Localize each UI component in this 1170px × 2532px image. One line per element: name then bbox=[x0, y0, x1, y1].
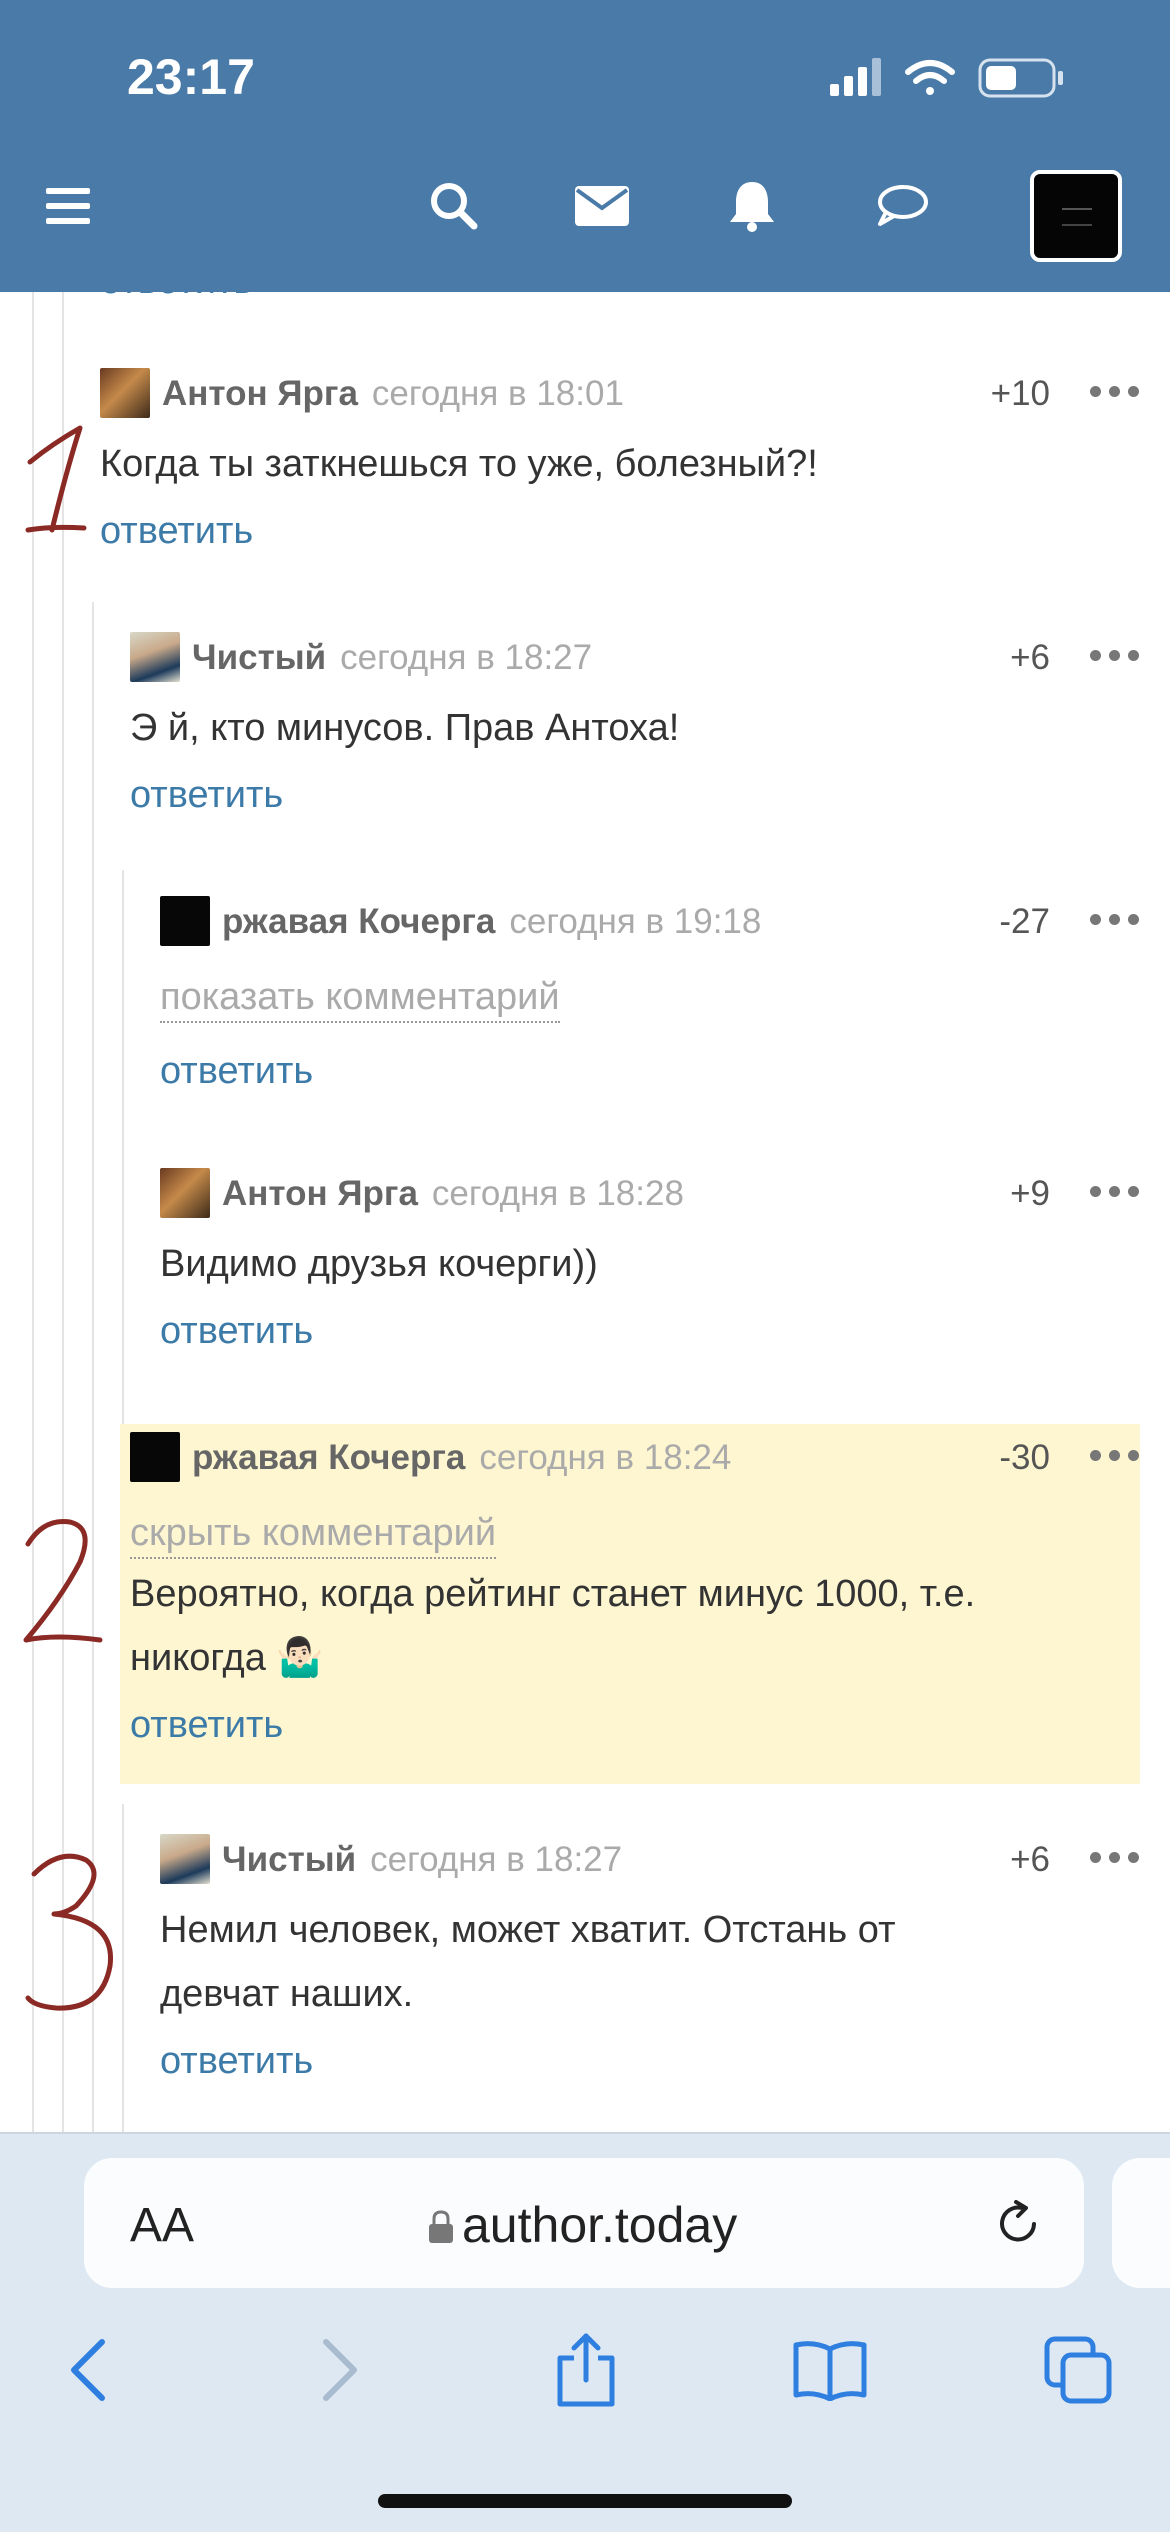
avatar[interactable] bbox=[160, 896, 210, 946]
annotation-number-3 bbox=[25, 1853, 114, 2011]
comment-rating: +10 bbox=[990, 374, 1050, 413]
url-text[interactable]: author.today bbox=[462, 2196, 737, 2254]
avatar[interactable] bbox=[160, 1834, 210, 1884]
top-bar: 23:17 bbox=[0, 0, 1170, 292]
address-bar[interactable]: AA author.today bbox=[84, 2158, 1084, 2288]
tabs-icon[interactable] bbox=[1038, 2330, 1118, 2410]
avatar[interactable] bbox=[100, 368, 150, 418]
comment-text-line: никогда 🤷🏻‍♂️ bbox=[130, 1637, 324, 1679]
more-options-icon[interactable] bbox=[1090, 640, 1140, 670]
comment: Чистый сегодня в 18:27 +6 Немил человек, … bbox=[160, 1834, 1140, 2114]
comment-text: Видимо друзья кочерги)) bbox=[160, 1243, 598, 1285]
comment-rating: +6 bbox=[1010, 1840, 1050, 1879]
comment-author[interactable]: Чистый сегодня в 18:27 bbox=[222, 1840, 622, 1880]
chat-icon[interactable] bbox=[866, 170, 938, 242]
thread-line bbox=[122, 1804, 124, 2132]
bookmarks-icon[interactable] bbox=[790, 2330, 870, 2410]
comment-header: ржавая Кочерга сегодня в 18:24 -30 bbox=[130, 1432, 1140, 1486]
reply-link[interactable]: ответить bbox=[160, 1050, 313, 1093]
avatar[interactable] bbox=[130, 632, 180, 682]
comment-text: Когда ты заткнешься то уже, болезный?! bbox=[100, 443, 818, 485]
comment-date: сегодня в 18:27 bbox=[340, 638, 593, 677]
cellular-signal-icon bbox=[830, 58, 881, 96]
text-size-button[interactable]: AA bbox=[130, 2198, 194, 2253]
reply-link[interactable]: ответить bbox=[160, 2040, 313, 2083]
status-time: 23:17 bbox=[127, 49, 255, 105]
comment-date: сегодня в 19:18 bbox=[509, 902, 762, 941]
annotation-number-1 bbox=[25, 425, 87, 533]
wifi-icon bbox=[905, 60, 955, 95]
comment-author[interactable]: Антон Ярга сегодня в 18:01 bbox=[162, 374, 624, 414]
comment-author[interactable]: Чистый сегодня в 18:27 bbox=[192, 638, 592, 678]
comment-author[interactable]: ржавая Кочерга сегодня в 19:18 bbox=[222, 902, 761, 942]
comment-text-line: Немил человек, может хватит. Отстань от bbox=[160, 1909, 896, 1951]
comment-date: сегодня в 18:27 bbox=[370, 1840, 623, 1879]
comment-date: сегодня в 18:28 bbox=[431, 1174, 684, 1213]
comment-header: Чистый сегодня в 18:27 +6 bbox=[160, 1834, 1140, 1888]
search-icon[interactable] bbox=[418, 170, 490, 242]
reply-link[interactable]: ответить bbox=[130, 774, 283, 817]
avatar[interactable] bbox=[130, 1432, 180, 1482]
comments-thread: ответить Антон Яргасегодня в 18:01 +10 К… bbox=[0, 292, 1170, 2132]
share-icon[interactable] bbox=[546, 2330, 626, 2410]
back-icon[interactable] bbox=[48, 2330, 128, 2410]
comment-header: Антон Ярга сегодня в 18:28 +9 bbox=[160, 1168, 1140, 1222]
bell-icon[interactable] bbox=[716, 170, 788, 242]
comment-header: Чистый сегодня в 18:27 +6 bbox=[130, 632, 1140, 686]
comment-date: сегодня в 18:01 bbox=[371, 374, 624, 413]
comment-rating: +9 bbox=[1010, 1174, 1050, 1213]
reply-link[interactable]: ответить bbox=[100, 510, 253, 553]
comment: Антон Ярга сегодня в 18:01 +10 Когда ты з… bbox=[100, 368, 1140, 568]
mail-icon[interactable] bbox=[566, 170, 638, 242]
menu-icon[interactable] bbox=[32, 170, 104, 242]
user-avatar[interactable] bbox=[1030, 170, 1122, 262]
comment-header: ржавая Кочерга сегодня в 19:18 -27 bbox=[160, 896, 1140, 950]
more-options-icon[interactable] bbox=[1090, 1842, 1140, 1872]
site-header bbox=[0, 150, 1170, 284]
more-options-icon[interactable] bbox=[1090, 904, 1140, 934]
comment-rating: +6 bbox=[1010, 638, 1050, 677]
comment-text: Э й, кто минусов. Прав Антоха! bbox=[130, 707, 680, 749]
battery-icon bbox=[978, 58, 1063, 98]
comment-rating: -27 bbox=[999, 902, 1050, 941]
reload-icon[interactable] bbox=[992, 2198, 1044, 2250]
annotation-number-2 bbox=[23, 1518, 103, 1643]
avatar[interactable] bbox=[160, 1168, 210, 1218]
forward-icon[interactable] bbox=[300, 2330, 380, 2410]
lock-icon bbox=[429, 2210, 453, 2243]
reply-link[interactable]: ответить bbox=[160, 1310, 313, 1353]
comment-author[interactable]: Антон Ярга сегодня в 18:28 bbox=[222, 1174, 684, 1214]
more-options-icon[interactable] bbox=[1090, 376, 1140, 406]
comment: Чистый сегодня в 18:27 +6 Э й, кто минусо… bbox=[130, 632, 1140, 832]
comment: ржавая Кочерга сегодня в 19:18 -27 показа… bbox=[160, 896, 1140, 1096]
next-tab-pill[interactable] bbox=[1112, 2158, 1170, 2288]
comment: Антон Ярга сегодня в 18:28 +9 Видимо друз… bbox=[160, 1168, 1140, 1368]
more-options-icon[interactable] bbox=[1090, 1440, 1140, 1470]
comment: ржавая Кочерга сегодня в 18:24 -30 скрыть… bbox=[130, 1432, 1140, 1772]
home-indicator[interactable] bbox=[378, 2494, 792, 2508]
comment-date: сегодня в 18:24 bbox=[479, 1438, 732, 1477]
comment-text-line: девчат наших. bbox=[160, 1973, 414, 2015]
reply-link[interactable]: ответить bbox=[130, 1704, 283, 1747]
comment-text-line: Вероятно, когда рейтинг станет минус 100… bbox=[130, 1573, 976, 1615]
comment-rating: -30 bbox=[999, 1438, 1050, 1477]
show-comment-toggle[interactable]: показать комментарий bbox=[160, 976, 560, 1023]
comment-header: Антон Ярга сегодня в 18:01 +10 bbox=[100, 368, 1140, 422]
browser-toolbar: AA author.today bbox=[0, 2132, 1170, 2532]
comment-author[interactable]: ржавая Кочерга сегодня в 18:24 bbox=[192, 1438, 731, 1478]
hide-comment-toggle[interactable]: скрыть комментарий bbox=[130, 1512, 497, 1559]
more-options-icon[interactable] bbox=[1090, 1176, 1140, 1206]
reply-link[interactable]: ответить bbox=[100, 292, 253, 303]
status-icons bbox=[830, 56, 1090, 100]
